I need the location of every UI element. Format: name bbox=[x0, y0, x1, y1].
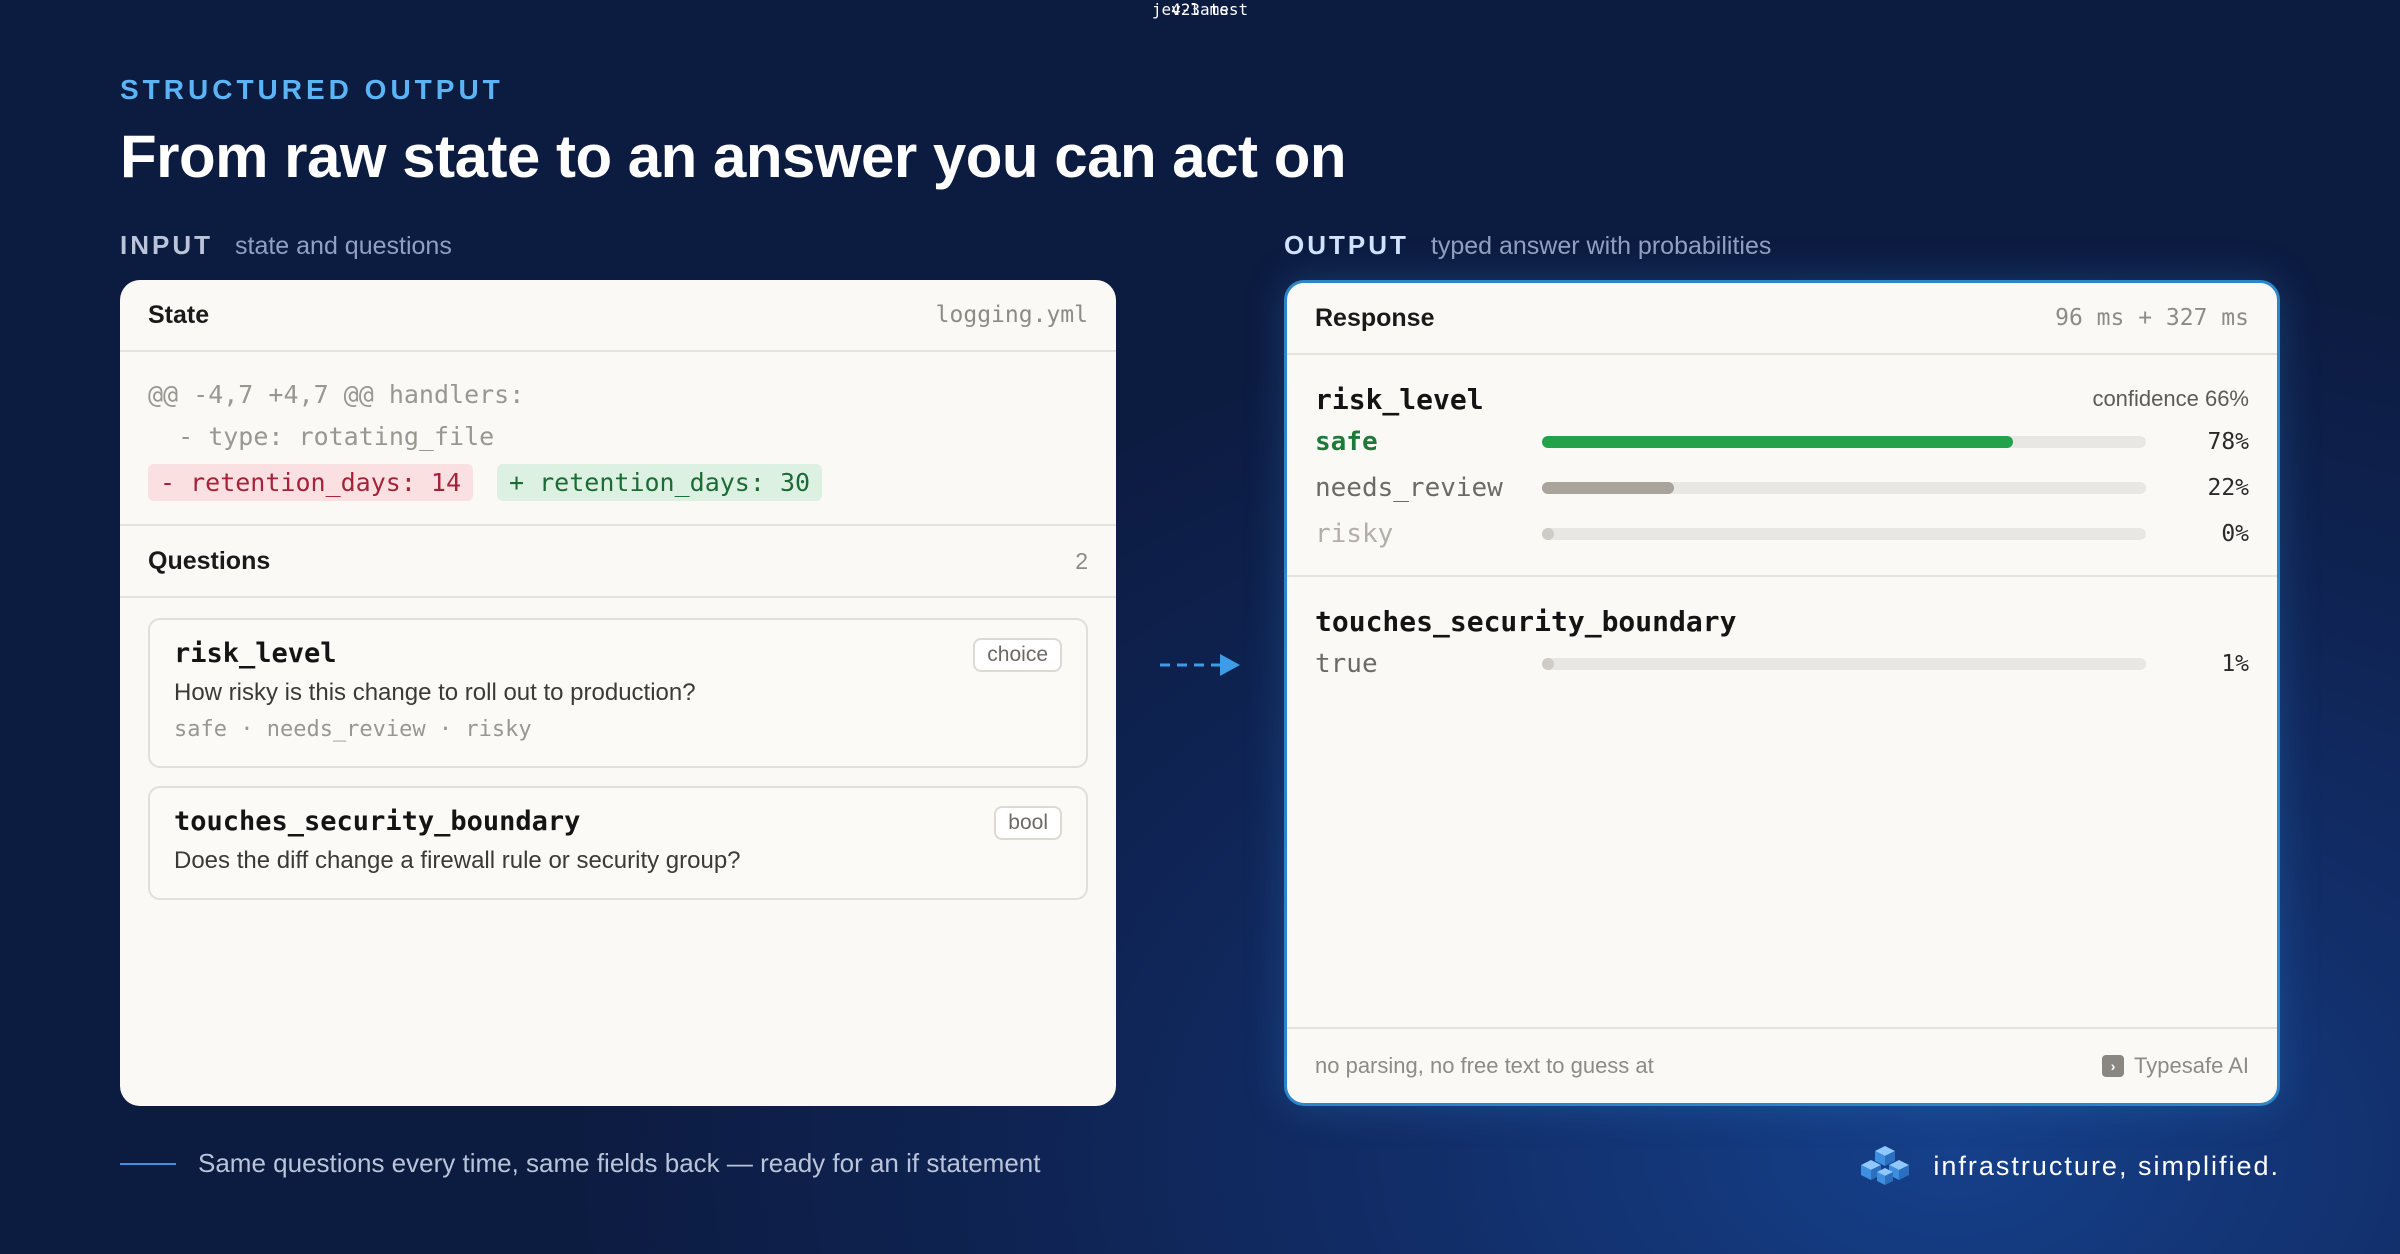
response-footer: no parsing, no free text to guess at › T… bbox=[1287, 1027, 2277, 1103]
questions-count: 2 bbox=[1075, 547, 1088, 574]
probability-fill bbox=[1541, 528, 1554, 540]
arrow-right-icon bbox=[1160, 654, 1240, 676]
state-header: State logging.yml bbox=[120, 280, 1116, 352]
diff-context: - type: rotating_file bbox=[148, 422, 495, 451]
prob-row: needs_review 22% bbox=[1315, 465, 2249, 511]
probability-fill bbox=[1541, 436, 2013, 448]
field-name: risk_level bbox=[1315, 382, 1484, 416]
response-title: Response bbox=[1315, 303, 1435, 332]
question-type-badge: bool bbox=[994, 806, 1062, 840]
field-risk-level: risk_level confidence 66% safe 78% needs… bbox=[1287, 355, 2277, 577]
state-filename[interactable]: logging.yml bbox=[936, 302, 1088, 328]
prob-row: risky 0% bbox=[1315, 511, 2249, 557]
tagline: infrastructure, simplified. bbox=[1933, 1150, 2280, 1181]
question-type-badge: choice bbox=[973, 638, 1062, 672]
response-timing: 96 ms + 327 ms bbox=[2055, 305, 2249, 331]
input-description: state and questions bbox=[235, 232, 452, 260]
questions-title: Questions bbox=[148, 546, 271, 575]
field-name: touches_security_boundary bbox=[1315, 604, 1737, 638]
probability-value: 22% bbox=[2207, 475, 2250, 501]
option-label: risky bbox=[1315, 519, 1394, 549]
probability-bar bbox=[1541, 658, 2146, 670]
page-title: From raw state to an answer you can act … bbox=[120, 123, 1347, 190]
brand-name: Typesafe AI bbox=[2134, 1053, 2249, 1078]
output-description: typed answer with probabilities bbox=[1430, 232, 1772, 260]
diff-hunk: @@ -4,7 +4,7 @@ handlers: bbox=[148, 380, 525, 409]
probability-fill bbox=[1541, 482, 1675, 494]
option-label: safe bbox=[1315, 427, 1378, 457]
option-label: true bbox=[1315, 649, 1378, 679]
output-column-label: OUTPUT typed answer with probabilities bbox=[1284, 230, 1771, 261]
input-column-label: INPUT state and questions bbox=[120, 230, 452, 261]
probability-fill bbox=[1541, 658, 1554, 670]
question-text: Does the diff change a firewall rule or … bbox=[174, 847, 741, 874]
question-options: safe · needs_review · risky bbox=[174, 717, 532, 742]
field-touches-security-boundary: touches_security_boundary true 1% bbox=[1287, 577, 2277, 705]
input-card: State logging.yml @@ -4,7 +4,7 @@ handle… bbox=[120, 280, 1116, 1106]
probability-value: 78% bbox=[2207, 429, 2250, 455]
questions-header: Questions 2 bbox=[120, 526, 1116, 598]
question-card-risk-level[interactable]: risk_level How risky is this change to r… bbox=[148, 618, 1088, 768]
question-name: risk_level bbox=[174, 638, 337, 669]
input-label: INPUT bbox=[120, 230, 213, 260]
prob-row: safe 78% bbox=[1315, 419, 2249, 465]
question-text: How risky is this change to roll out to … bbox=[174, 679, 696, 706]
probability-bar bbox=[1541, 482, 2146, 494]
diff-added-line: + retention_days: 30 bbox=[497, 463, 823, 501]
option-label: needs_review bbox=[1315, 473, 1503, 503]
output-label: OUTPUT bbox=[1284, 230, 1409, 260]
diff-view: @@ -4,7 +4,7 @@ handlers: - type: rotati… bbox=[120, 352, 1116, 526]
footer-caption: Same questions every time, same fields b… bbox=[120, 1148, 1041, 1179]
footer-brand: infrastructure, simplified. bbox=[1855, 1144, 2280, 1188]
caption-rule bbox=[120, 1162, 176, 1165]
diff-changes: - retention_days: 14 + retention_days: 3… bbox=[148, 460, 1088, 504]
brand[interactable]: › Typesafe AI bbox=[2102, 1053, 2249, 1079]
probability-value: 1% bbox=[2221, 651, 2250, 677]
model-name: jev-latest bbox=[1151, 0, 1249, 19]
cubes-logo-icon bbox=[1861, 1146, 1910, 1185]
probability-bar bbox=[1541, 528, 2146, 540]
probability-value: 0% bbox=[2221, 521, 2250, 547]
footer-note: no parsing, no free text to guess at bbox=[1315, 1053, 1654, 1078]
probability-bar bbox=[1541, 436, 2146, 448]
prob-row: true 1% bbox=[1315, 641, 2249, 687]
diff-removed-line: - retention_days: 14 bbox=[148, 463, 474, 501]
output-card: Response 96 ms + 327 ms risk_level confi… bbox=[1284, 280, 2280, 1106]
eyebrow: STRUCTURED OUTPUT bbox=[120, 74, 504, 105]
question-name: touches_security_boundary bbox=[174, 806, 581, 837]
caption-text: Same questions every time, same fields b… bbox=[198, 1148, 1041, 1178]
question-card-touches-security-boundary[interactable]: touches_security_boundary Does the diff … bbox=[148, 786, 1088, 900]
state-title: State bbox=[148, 300, 210, 329]
confidence-label: confidence 66% bbox=[2092, 386, 2249, 411]
response-header: Response 96 ms + 327 ms bbox=[1287, 283, 2277, 355]
typesafe-logo-icon: › bbox=[2102, 1055, 2125, 1077]
